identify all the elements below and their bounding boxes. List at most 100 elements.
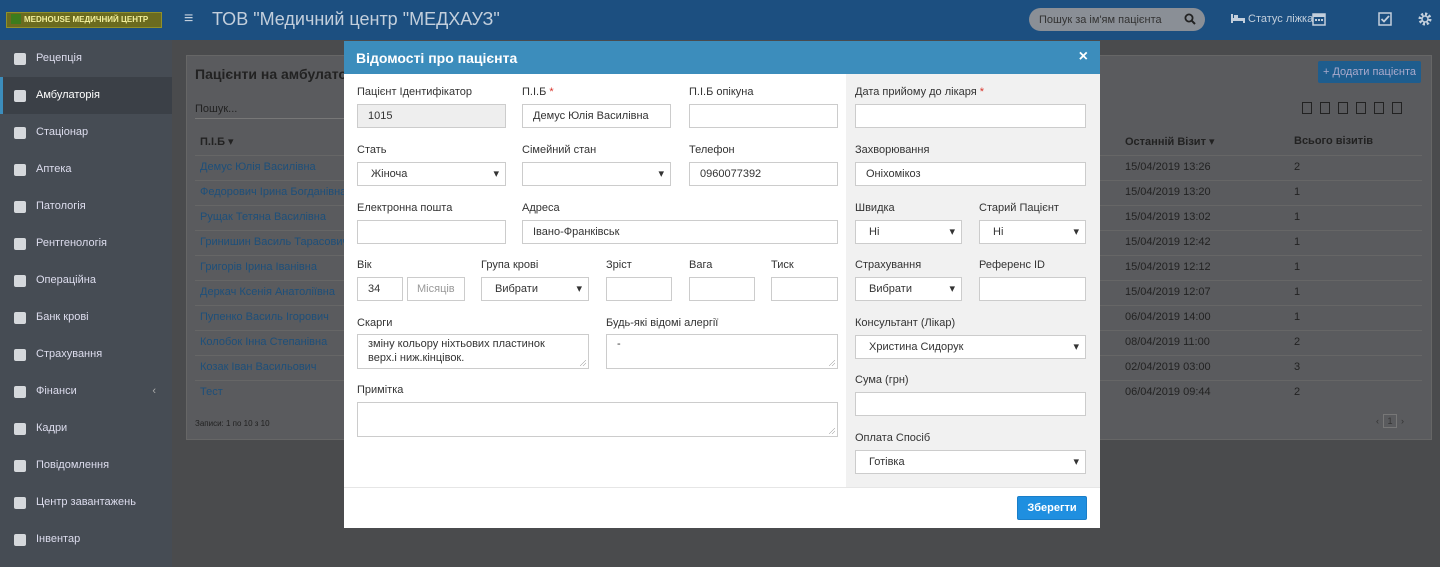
col-header-total-visits[interactable]: Всього візитів <box>1294 135 1373 147</box>
table-cell-last-visit: 08/04/2019 11:00 <box>1125 336 1210 348</box>
visit-date-field[interactable] <box>855 104 1086 128</box>
calendar-icon[interactable] <box>1311 11 1327 27</box>
amount-field[interactable] <box>855 392 1086 416</box>
table-cell-visits: 1 <box>1294 261 1301 273</box>
sidebar-item-label: Кадри <box>36 422 68 434</box>
prev-page-icon[interactable]: ‹ <box>1376 416 1379 426</box>
table-cell-name[interactable]: Деркач Ксенія Анатоліївна <box>200 286 335 298</box>
full-name-field[interactable]: Демус Юлія Василівна <box>522 104 671 128</box>
table-cell-name[interactable]: Демус Юлія Василівна <box>200 161 316 173</box>
marital-status-label: Сімейний стан <box>522 144 597 156</box>
table-cell-name[interactable]: Козак Іван Васильович <box>200 361 317 373</box>
logo-text: MEDHOUSE МЕДИЧНИЙ ЦЕНТР <box>24 15 149 24</box>
marital-status-select[interactable] <box>522 162 671 186</box>
table-cell-last-visit: 02/04/2019 03:00 <box>1125 361 1211 373</box>
height-field[interactable] <box>606 277 672 301</box>
table-cell-visits: 1 <box>1294 311 1301 323</box>
sidebar-item[interactable]: inventory-icon Інвентар <box>0 521 172 558</box>
height-label: Зріст <box>606 259 632 271</box>
sidebar-item-label: Патологія <box>36 200 86 212</box>
sidebar-item[interactable]: megaphone-icon Повідомлення <box>0 447 172 484</box>
table-cell-name[interactable]: Колобок Інна Степанівна <box>200 336 327 348</box>
col-header-last-visit[interactable]: Останній Візит ▾ <box>1125 135 1215 148</box>
logo[interactable]: MEDHOUSE МЕДИЧНИЙ ЦЕНТР <box>6 12 162 28</box>
reference-id-field[interactable] <box>979 277 1086 301</box>
sidebar-item[interactable]: umbrella-icon Страхування <box>0 336 172 373</box>
search-icon[interactable] <box>1184 13 1196 25</box>
complaints-label: Скарги <box>357 317 393 329</box>
sex-label: Стать <box>357 144 387 156</box>
guardian-label: П.І.Б опікуна <box>689 86 754 98</box>
disease-label: Захворювання <box>855 144 930 156</box>
add-patient-button[interactable]: + Додати пацієнта <box>1318 61 1421 83</box>
table-cell-name[interactable]: Рущак Тетяна Василівна <box>200 211 326 223</box>
sidebar-item-label: Центр завантажень <box>36 496 136 508</box>
close-icon[interactable]: × <box>1079 48 1088 66</box>
copy-icon[interactable] <box>1302 102 1312 114</box>
csv-icon[interactable] <box>1338 102 1348 114</box>
sidebar-item[interactable]: xray-icon Рентгенологія <box>0 225 172 262</box>
table-cell-visits: 2 <box>1294 161 1301 173</box>
save-button[interactable]: Зберегти <box>1017 496 1087 520</box>
page-number[interactable]: 1 <box>1383 414 1397 428</box>
allergies-textarea[interactable]: - <box>606 334 838 369</box>
sidebar-item[interactable]: mortar-icon Аптека <box>0 151 172 188</box>
excel-icon[interactable] <box>1320 102 1330 114</box>
table-search-input[interactable]: Пошук... <box>195 103 355 119</box>
table-cell-name[interactable]: Федорович Ірина Богданівна <box>200 186 346 198</box>
complaints-textarea[interactable]: зміну кольору ніхтьових пластинок верх.і… <box>357 334 589 369</box>
insurance-select[interactable]: Вибрати <box>855 277 962 301</box>
sidebar-item[interactable]: flask-icon Патологія <box>0 188 172 225</box>
weight-field[interactable] <box>689 277 755 301</box>
sidebar-item[interactable]: org-chart-icon Кадри <box>0 410 172 447</box>
visit-date-label: Дата прийому до лікаря * <box>855 86 984 98</box>
consultant-select[interactable]: Христина Сидорук <box>855 335 1086 359</box>
col-header-name[interactable]: П.І.Б ▾ <box>200 135 234 148</box>
gear-icon[interactable] <box>1417 11 1433 27</box>
sidebar-icon: mortar-icon <box>14 164 26 176</box>
phone-field[interactable]: 0960077392 <box>689 162 838 186</box>
sex-select[interactable]: Жіноча <box>357 162 506 186</box>
sidebar-item-label: Банк крові <box>36 311 89 323</box>
menu-toggle-icon[interactable]: ≡ <box>184 10 193 28</box>
email-field[interactable] <box>357 220 506 244</box>
sidebar-item-label: Рецепція <box>36 52 82 64</box>
sidebar-item[interactable]: bed-icon Стаціонар <box>0 114 172 151</box>
months-field[interactable]: Місяців <box>407 277 465 301</box>
sidebar-item[interactable]: money-icon Фінанси ‹ <box>0 373 172 410</box>
sidebar-item-label: Рентгенологія <box>36 237 107 249</box>
table-cell-last-visit: 15/04/2019 13:20 <box>1125 186 1211 198</box>
next-page-icon[interactable]: › <box>1401 416 1404 426</box>
guardian-field[interactable] <box>689 104 838 128</box>
quick-select[interactable]: Ні <box>855 220 962 244</box>
sidebar-item[interactable]: blood-drop-icon Банк крові <box>0 299 172 336</box>
age-field[interactable]: 34 <box>357 277 403 301</box>
sidebar-icon: money-icon <box>14 386 26 398</box>
table-cell-name[interactable]: Пупенко Василь Ігорович <box>200 311 329 323</box>
table-cell-last-visit: 15/04/2019 12:12 <box>1125 261 1211 273</box>
patient-search <box>1029 8 1205 31</box>
sidebar-icon: stethoscope-icon <box>14 90 26 102</box>
top-navbar: MEDHOUSE МЕДИЧНИЙ ЦЕНТР ≡ ТОВ "Медичний … <box>0 0 1440 40</box>
disease-field[interactable]: Оніхомікоз <box>855 162 1086 186</box>
sidebar-item[interactable]: scissors-icon Операційна <box>0 262 172 299</box>
address-field[interactable]: Івано-Франківськ <box>522 220 838 244</box>
table-cell-name[interactable]: Григорів Ірина Іванівна <box>200 261 317 273</box>
payment-method-select[interactable]: Готівка <box>855 450 1086 474</box>
old-patient-select[interactable]: Ні <box>979 220 1086 244</box>
pressure-field[interactable] <box>771 277 838 301</box>
table-cell-name[interactable]: Гринишин Василь Тарасович <box>200 236 348 248</box>
columns-icon[interactable] <box>1392 102 1402 114</box>
blood-group-select[interactable]: Вибрати <box>481 277 589 301</box>
sidebar-item[interactable]: download-icon Центр завантажень <box>0 484 172 521</box>
print-icon[interactable] <box>1374 102 1384 114</box>
sidebar-item[interactable]: building-icon Рецепція <box>0 40 172 77</box>
pdf-icon[interactable] <box>1356 102 1366 114</box>
patient-search-input[interactable] <box>1029 8 1177 31</box>
table-cell-name[interactable]: Тест <box>200 386 223 398</box>
bed-status-link[interactable]: Статус ліжка <box>1231 13 1313 25</box>
records-info: Записи: 1 по 10 з 10 <box>195 419 270 428</box>
sidebar-item[interactable]: stethoscope-icon Амбулаторія <box>0 77 172 114</box>
checklist-icon[interactable] <box>1377 11 1393 27</box>
note-textarea[interactable] <box>357 402 838 437</box>
